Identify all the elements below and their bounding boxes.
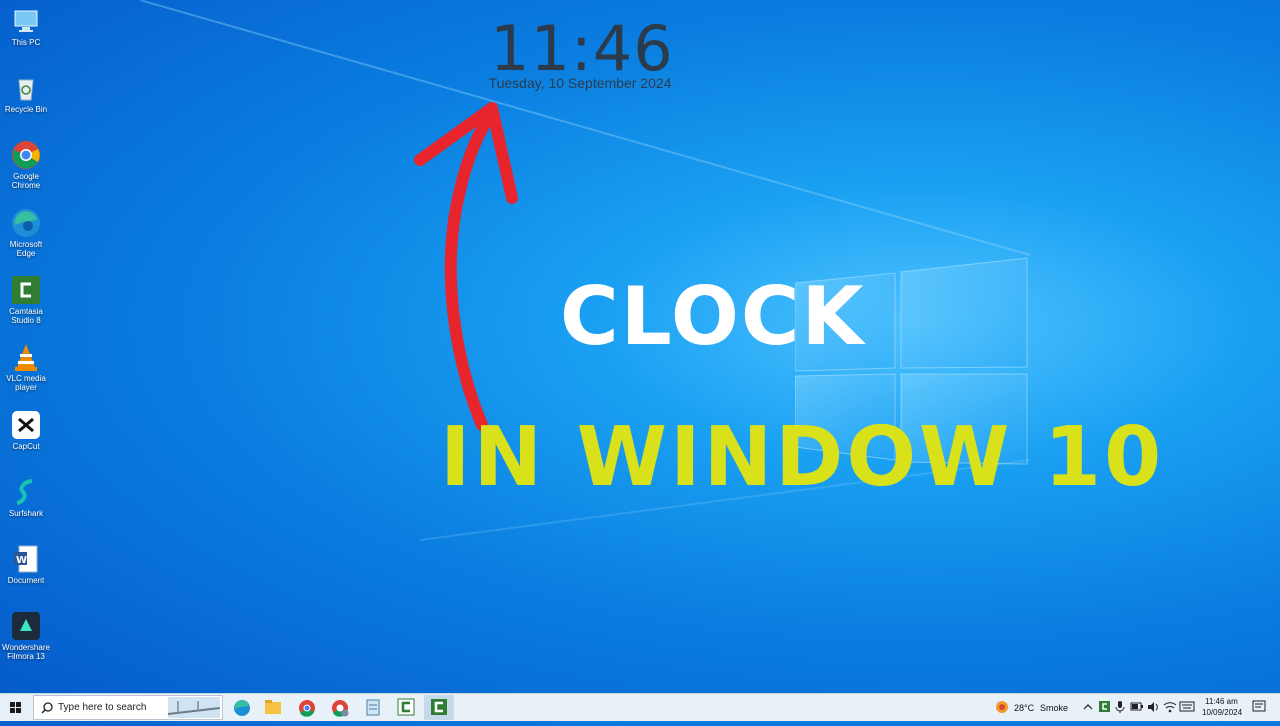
taskbar-edge[interactable] — [227, 695, 257, 720]
surfshark-icon — [11, 477, 41, 507]
overlay-title: CLOCK — [560, 270, 866, 363]
desktop-icon-surfshark[interactable]: Surfshark — [0, 477, 52, 518]
edge-icon — [11, 208, 41, 238]
start-button[interactable] — [0, 694, 32, 721]
taskbar-camtasia-active[interactable] — [424, 695, 454, 720]
word-document-icon: W — [11, 544, 41, 574]
weather-condition[interactable]: Smoke — [1040, 703, 1068, 713]
filmora-icon — [11, 611, 41, 641]
desktop-icon-label: Surfshark — [8, 509, 44, 518]
battery-icon[interactable] — [1130, 701, 1144, 713]
taskbar-chrome-profile[interactable] — [325, 695, 355, 720]
microphone-icon[interactable] — [1115, 700, 1125, 714]
taskbar-camtasia[interactable] — [391, 695, 421, 720]
camtasia-tray-icon[interactable] — [1099, 700, 1111, 714]
search-icon — [41, 702, 53, 714]
weather-temperature[interactable]: 28°C — [1014, 703, 1034, 713]
camtasia-icon — [11, 275, 41, 305]
chevron-up-icon[interactable] — [1082, 701, 1094, 713]
desktop-icon-camtasia[interactable]: Camtasia Studio 8 — [0, 275, 52, 325]
desktop-icon-document[interactable]: W Document — [0, 544, 52, 585]
taskbar-clock-date[interactable]: 10/09/2024 — [1202, 708, 1242, 717]
camtasia-active-icon — [431, 699, 447, 715]
taskbar-chrome[interactable] — [292, 695, 322, 720]
desktop-icon-label: VLC media player — [6, 374, 46, 392]
chrome-icon — [299, 700, 315, 717]
file-explorer-icon — [265, 700, 281, 714]
taskbar-file-explorer[interactable] — [258, 695, 288, 720]
capcut-icon — [11, 410, 41, 440]
weather-icon[interactable] — [995, 700, 1009, 714]
volume-icon[interactable] — [1146, 700, 1160, 714]
desktop-icon-vlc[interactable]: VLC media player — [0, 342, 52, 392]
desktop-icon-edge[interactable]: Microsoft Edge — [0, 208, 52, 258]
taskbar-search-box[interactable]: Type here to search — [33, 695, 223, 720]
search-placeholder: Type here to search — [58, 702, 147, 713]
svg-text:W: W — [16, 555, 27, 566]
edge-icon — [234, 700, 250, 716]
notification-icon[interactable] — [1252, 700, 1266, 714]
vlc-icon — [11, 342, 41, 372]
taskbar: Type here to search 28°C Smoke 11:46 am … — [0, 693, 1280, 721]
red-arrow-annotation — [414, 102, 518, 431]
wifi-icon[interactable] — [1163, 700, 1177, 714]
desktop-icon-label: Google Chrome — [11, 172, 41, 190]
desktop-icon-label: Recycle Bin — [4, 105, 48, 114]
desktop-icon-label: This PC — [11, 38, 41, 47]
desktop-icon-this-pc[interactable]: This PC — [0, 6, 52, 47]
keyboard-icon[interactable] — [1179, 701, 1195, 713]
desktop-icon-label: CapCut — [12, 442, 40, 451]
clock-date: Tuesday, 10 September 2024 — [488, 75, 672, 91]
windows-start-icon — [10, 702, 21, 713]
search-highlight-image — [168, 697, 220, 718]
camtasia-icon — [397, 698, 415, 716]
chrome-profile-icon — [332, 700, 349, 717]
recycle-bin-icon — [11, 73, 41, 103]
desktop-icon-label: Document — [7, 576, 45, 585]
desktop-icon-label: Camtasia Studio 8 — [9, 307, 43, 325]
chrome-icon — [11, 140, 41, 170]
desktop-icon-label: Wondershare Filmora 13 — [2, 643, 50, 661]
overlay-subtitle: IN WINDOW 10 — [440, 410, 1165, 505]
desktop-icon-chrome[interactable]: Google Chrome — [0, 140, 52, 190]
taskbar-notepad[interactable] — [358, 695, 388, 720]
desktop-icon-capcut[interactable]: CapCut — [0, 410, 52, 451]
desktop-icon-label: Microsoft Edge — [9, 240, 43, 258]
desktop-icon-filmora[interactable]: Wondershare Filmora 13 — [0, 611, 52, 661]
notepad-icon — [366, 699, 380, 716]
this-pc-icon — [11, 6, 41, 36]
taskbar-clock-time[interactable]: 11:46 am — [1205, 697, 1238, 706]
desktop-icon-recycle-bin[interactable]: Recycle Bin — [0, 73, 52, 114]
